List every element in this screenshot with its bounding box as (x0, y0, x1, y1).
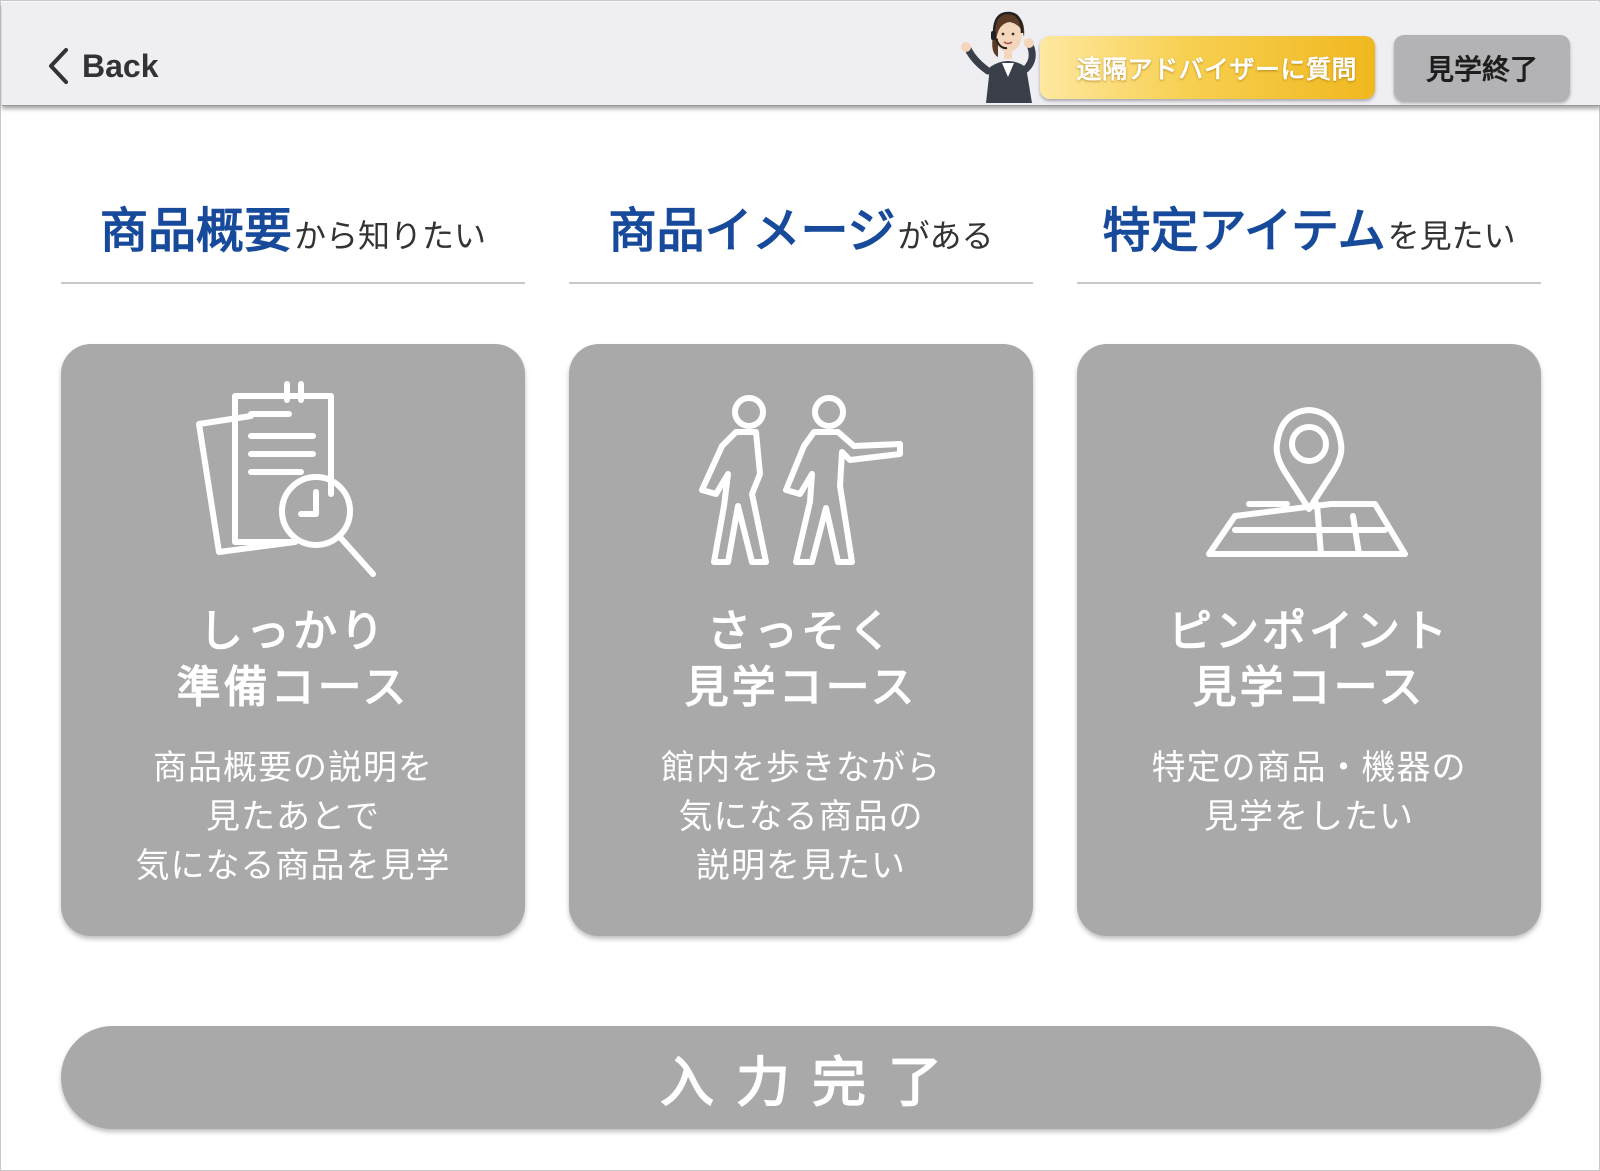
app-frame: Back 遠隔アドバイザーに質問 見学終了 商品概要 から知りたい しっかり 準… (0, 0, 1600, 1171)
course-card-quick-tour[interactable]: さっそく 見学コース 館内を歩きながら 気になる商品の 説明を見たい (569, 344, 1033, 936)
remote-advisor-area: 遠隔アドバイザーに質問 (960, 5, 1375, 103)
back-button[interactable]: Back (46, 46, 159, 86)
heading-strong: 商品イメージ (608, 203, 896, 259)
course-desc-line: 気になる商品の (678, 797, 924, 837)
walking-people-icon (699, 395, 903, 565)
column-heading-specific: 特定アイテム を見たい (1077, 191, 1541, 261)
course-desc-line: 見学をしたい (1204, 797, 1414, 837)
heading-weak: から知りたい (294, 217, 487, 255)
course-title: しっかり 準備コース (61, 604, 525, 716)
course-title: ピンポイント 見学コース (1077, 604, 1541, 716)
course-card-preparation[interactable]: しっかり 準備コース 商品概要の説明を 見たあとで 気になる商品を見学 (61, 344, 525, 936)
course-title: さっそく 見学コース (569, 604, 1033, 716)
document-search-icon (196, 381, 376, 577)
advisor-headset-person-icon (961, 11, 1036, 103)
course-desc-line: 説明を見たい (696, 846, 906, 886)
course-desc-line: 商品概要の説明を (153, 748, 433, 788)
course-description: 特定の商品・機器の 見学をしたい (1077, 744, 1541, 842)
course-title-line: さっそく (707, 606, 895, 657)
course-title-line: しっかり (199, 606, 387, 657)
column-heading-image: 商品イメージ がある (569, 191, 1033, 261)
course-description: 館内を歩きながら 気になる商品の 説明を見たい (569, 744, 1033, 891)
end-tour-button[interactable]: 見学終了 (1394, 35, 1570, 101)
course-title-line: ピンポイント (1168, 606, 1450, 657)
submit-label: 入力完了 (660, 1051, 964, 1114)
divider (569, 282, 1033, 284)
column-heading-overview: 商品概要 から知りたい (61, 191, 525, 261)
course-title-line: 見学コース (684, 662, 918, 713)
course-title-line: 見学コース (1192, 662, 1426, 713)
heading-strong: 商品概要 (99, 203, 292, 259)
divider (1077, 282, 1541, 284)
divider (61, 282, 525, 284)
course-desc-line: 館内を歩きながら (661, 748, 941, 788)
course-title-line: 準備コース (176, 662, 410, 713)
heading-strong: 特定アイテム (1102, 203, 1386, 259)
back-label: Back (82, 47, 159, 84)
submit-button[interactable]: 入力完了 (61, 1026, 1541, 1129)
heading-weak: がある (897, 217, 994, 255)
heading-weak: を見たい (1387, 217, 1516, 255)
course-card-pinpoint[interactable]: ピンポイント 見学コース 特定の商品・機器の 見学をしたい (1077, 344, 1541, 936)
course-desc-line: 特定の商品・機器の (1151, 748, 1467, 788)
course-desc-line: 気になる商品を見学 (135, 846, 451, 886)
end-tour-label: 見学終了 (1425, 53, 1538, 86)
top-bar: Back 遠隔アドバイザーに質問 見学終了 (2, 2, 1600, 106)
remote-advisor-button[interactable]: 遠隔アドバイザーに質問 (1040, 36, 1375, 99)
remote-advisor-label: 遠隔アドバイザーに質問 (1076, 54, 1357, 84)
course-description: 商品概要の説明を 見たあとで 気になる商品を見学 (61, 744, 525, 891)
map-pin-icon (1206, 407, 1408, 557)
course-desc-line: 見たあとで (206, 797, 380, 837)
chevron-left-icon (49, 48, 68, 84)
